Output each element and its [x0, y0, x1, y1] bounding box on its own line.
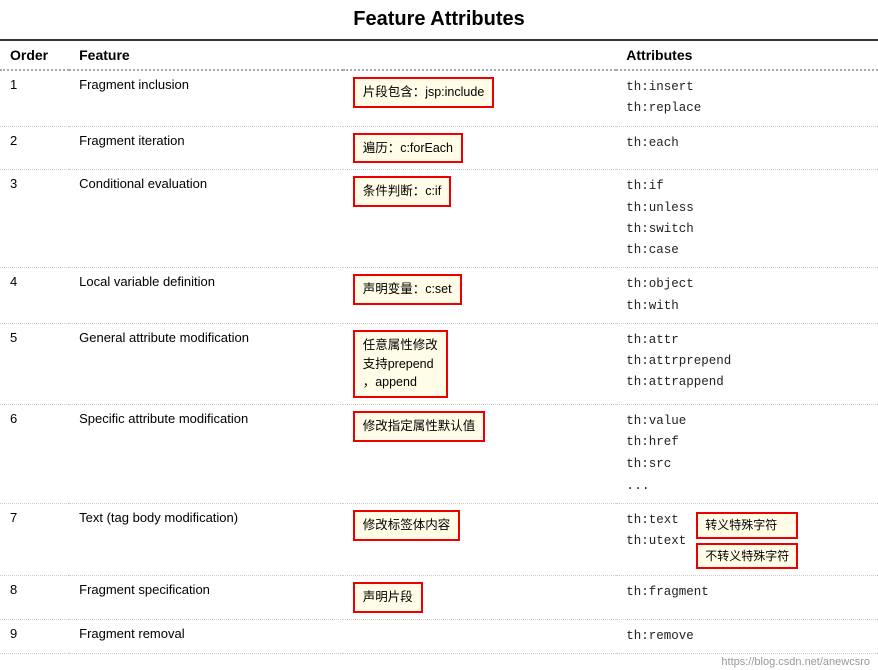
cell-feature: Fragment iteration — [69, 126, 343, 170]
attr-value: th:src — [626, 454, 868, 475]
attr-value: th:with — [626, 296, 868, 317]
cell-attrs: th:valueth:hrefth:src... — [616, 405, 878, 504]
attr-value: ... — [626, 475, 868, 497]
table-row: 9Fragment removal th:remove — [0, 620, 878, 654]
table-row: 7Text (tag body modification) 修改标签体内容 th:t… — [0, 503, 878, 576]
table-row: 1Fragment inclusion 片段包含：jsp:include th:in… — [0, 70, 878, 126]
attr-value: th:if — [626, 176, 868, 197]
cell-attrs: th:ifth:unlessth:switchth:case — [616, 170, 878, 268]
table-row: 4Local variable definition 声明变量：c:set th:o… — [0, 268, 878, 324]
cell-note: 修改指定属性默认值 — [343, 405, 617, 504]
cell-feature: Conditional evaluation — [69, 170, 343, 268]
col-header-feature: Feature — [69, 41, 343, 70]
cell-order: 3 — [0, 170, 69, 268]
cell-attrs: th:each — [616, 126, 878, 170]
cell-feature: Specific attribute modification — [69, 405, 343, 504]
table-row: 6Specific attribute modification 修改指定属性默认… — [0, 405, 878, 504]
col-header-order: Order — [0, 41, 69, 70]
note-box: 修改指定属性默认值 — [353, 411, 486, 442]
watermark: https://blog.csdn.net/anewcsro — [0, 654, 878, 670]
cell-note: 条件判断：c:if — [343, 170, 617, 268]
attr-value: th:insert — [626, 77, 868, 98]
cell-feature: Fragment inclusion — [69, 70, 343, 126]
cell-attrs: th:textth:utext 转义特殊字符不转义特殊字符 — [616, 503, 878, 576]
attr-value: th:attrappend — [626, 372, 868, 393]
attr-value: th:utext — [626, 531, 686, 552]
cell-note: 片段包含：jsp:include — [343, 70, 617, 126]
attr-note-box: 不转义特殊字符 — [696, 543, 798, 570]
attr-value: th:value — [626, 411, 868, 432]
cell-order: 1 — [0, 70, 69, 126]
cell-note — [343, 620, 617, 654]
table-row: 2Fragment iteration 遍历：c:forEach th:each — [0, 126, 878, 170]
col-header-attrs: Attributes — [616, 41, 878, 70]
cell-order: 7 — [0, 503, 69, 576]
cell-feature: Text (tag body modification) — [69, 503, 343, 576]
note-box: 任意属性修改 支持prepend ，append — [353, 330, 448, 398]
cell-note: 任意属性修改 支持prepend ，append — [343, 323, 617, 404]
attr-value: th:text — [626, 510, 686, 531]
page-title: Feature Attributes — [0, 0, 878, 41]
cell-order: 5 — [0, 323, 69, 404]
table-row: 5General attribute modification任意属性修改 支持… — [0, 323, 878, 404]
cell-attrs: th:remove — [616, 620, 878, 654]
note-box: 片段包含：jsp:include — [353, 77, 495, 108]
cell-attrs: th:objectth:with — [616, 268, 878, 324]
attr-value: th:replace — [626, 98, 868, 119]
note-box: 遍历：c:forEach — [353, 133, 463, 164]
note-box: 修改标签体内容 — [353, 510, 461, 541]
attr-value: th:href — [626, 432, 868, 453]
note-box: 声明变量：c:set — [353, 274, 462, 305]
attr-value: th:attr — [626, 330, 868, 351]
cell-feature: Local variable definition — [69, 268, 343, 324]
cell-attrs: th:attrth:attrprependth:attrappend — [616, 323, 878, 404]
cell-feature: General attribute modification — [69, 323, 343, 404]
cell-note: 遍历：c:forEach — [343, 126, 617, 170]
attr-value: th:switch — [626, 219, 868, 240]
attr-value: th:each — [626, 133, 868, 154]
attr-value: th:case — [626, 240, 868, 261]
cell-note: 修改标签体内容 — [343, 503, 617, 576]
cell-attrs: th:insertth:replace — [616, 70, 878, 126]
attr-value: th:remove — [626, 626, 868, 647]
cell-feature: Fragment removal — [69, 620, 343, 654]
cell-order: 6 — [0, 405, 69, 504]
attr-value: th:unless — [626, 198, 868, 219]
attr-value: th:object — [626, 274, 868, 295]
note-box: 条件判断：c:if — [353, 176, 451, 207]
col-header-note — [343, 41, 617, 70]
cell-note: 声明变量：c:set — [343, 268, 617, 324]
attr-note-box: 转义特殊字符 — [696, 512, 798, 539]
attr-value: th:attrprepend — [626, 351, 868, 372]
cell-order: 2 — [0, 126, 69, 170]
attr-value: th:fragment — [626, 582, 868, 603]
cell-order: 4 — [0, 268, 69, 324]
cell-order: 9 — [0, 620, 69, 654]
table-row: 3Conditional evaluation条件判断：c:ifth:ifth:… — [0, 170, 878, 268]
